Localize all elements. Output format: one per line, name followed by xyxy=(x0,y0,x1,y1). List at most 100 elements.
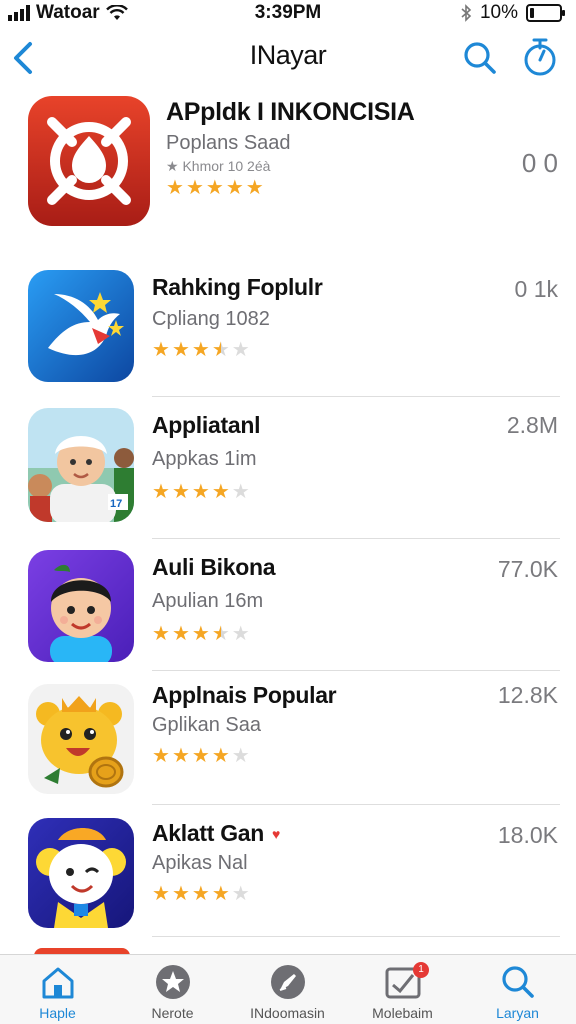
child-photo-icon: 17 xyxy=(28,408,134,522)
tab-home[interactable]: Haple xyxy=(0,955,115,1024)
app-name: Applnais Popular xyxy=(152,682,337,708)
app-subtitle: Gplikan Saa xyxy=(152,714,261,736)
list-item[interactable]: Aklatt Gan ♥ Apikas Nal ★ ★ ★ ★ ★ 18.0K xyxy=(0,808,576,938)
rating-star-icon: ★ xyxy=(166,177,184,199)
list-item[interactable]: Rahking Foplulr Cpliang 1082 ★ ★ ★ ★ ★ 0 1k xyxy=(0,258,576,398)
divider xyxy=(152,538,560,539)
tab-search[interactable]: Laryan xyxy=(460,955,575,1024)
svg-text:17: 17 xyxy=(110,498,122,510)
divider xyxy=(152,670,560,671)
tab-label: Haple xyxy=(39,1005,76,1021)
rating-stars: ★ ★ ★ ★ ★ xyxy=(152,482,250,502)
battery-icon xyxy=(526,4,565,22)
app-subtitle: Apikas Nal xyxy=(152,852,248,874)
rating-star-icon: ★ xyxy=(211,623,230,645)
list-item[interactable]: 17 Appliatanl Appkas 1im ★ ★ ★ ★ ★ 2.8M xyxy=(0,400,576,540)
rating-star-icon: ★ xyxy=(191,623,210,645)
rating-star-icon: ★ xyxy=(231,745,250,767)
app-icon: 17 xyxy=(28,408,134,522)
tab-updates[interactable]: 1 Molebaim xyxy=(345,955,460,1024)
rating-stars: ★ ★ ★ ★ ★ xyxy=(152,340,250,360)
rating-star-icon: ★ xyxy=(211,745,230,767)
status-right: 10% xyxy=(460,2,565,24)
app-subtitle: Apulian 16m xyxy=(152,590,264,612)
battery-percent: 10% xyxy=(479,2,518,23)
rating-star-icon: ★ xyxy=(185,177,204,199)
app-subtitle: Poplans Saad xyxy=(166,132,291,154)
notification-badge: 1 xyxy=(413,962,429,978)
update-button[interactable] xyxy=(520,36,560,78)
app-icon xyxy=(28,818,134,928)
tab-bar: Haple Nerote INdoomasin 1 Molebaim Larya… xyxy=(0,954,576,1024)
app-name: Aklatt Gan xyxy=(152,820,265,846)
download-count: 77.0K xyxy=(497,556,558,582)
star-icon xyxy=(155,965,190,999)
search-icon xyxy=(501,966,534,998)
divider xyxy=(152,396,560,397)
bird-logo-icon xyxy=(28,270,134,382)
search-icon xyxy=(464,42,496,74)
app-name: APpldk I INKONCISIA xyxy=(166,98,415,126)
rating-star-icon: ★ xyxy=(191,745,210,767)
download-count: 0 0 xyxy=(521,148,558,178)
rating-star-icon: ★ xyxy=(231,339,250,361)
app-icon xyxy=(28,270,134,382)
list-item[interactable]: Applnais Popular Gplikan Saa ★ ★ ★ ★ ★ 12.8K xyxy=(0,674,576,804)
app-icon xyxy=(28,684,134,794)
rating-star-icon: ★ xyxy=(211,481,230,503)
rating-stars: ★ ★ ★ ★ ★ xyxy=(166,178,264,198)
app-icon xyxy=(28,96,150,226)
app-name: Auli Bikona xyxy=(152,554,276,580)
tab-discover[interactable]: INdoomasin xyxy=(230,955,345,1024)
rating-star-icon: ★ xyxy=(231,623,250,645)
home-icon xyxy=(42,967,73,999)
rating-star-icon: ★ xyxy=(231,883,250,905)
bluetooth-icon xyxy=(461,4,472,22)
rating-star-icon: ★ xyxy=(205,177,224,199)
rating-stars: ★ ★ ★ ★ ★ xyxy=(152,884,250,904)
rating-star-icon: ★ xyxy=(152,339,170,361)
rating-star-icon: ★ xyxy=(171,481,190,503)
download-count: 18.0K xyxy=(497,822,558,848)
rating-star-icon: ★ xyxy=(152,883,170,905)
tab-label: Molebaim xyxy=(372,1005,433,1021)
app-name: Rahking Foplulr xyxy=(152,274,323,300)
list-item[interactable]: Auli Bikona Apulian 16m ★ ★ ★ ★ ★ 77.0K xyxy=(0,542,576,672)
tab-label: INdoomasin xyxy=(250,1005,325,1021)
divider xyxy=(152,804,560,805)
character-mascot-icon xyxy=(28,818,134,928)
rating-star-icon: ★ xyxy=(171,339,190,361)
rating-star-icon: ★ xyxy=(191,339,210,361)
rating-stars: ★ ★ ★ ★ ★ xyxy=(152,746,250,766)
boy-avatar-icon xyxy=(28,550,134,662)
search-button[interactable] xyxy=(460,38,500,78)
rating-star-icon: ★ xyxy=(211,883,230,905)
logo-icon xyxy=(28,96,150,226)
tab-label: Laryan xyxy=(496,1005,539,1021)
back-button[interactable] xyxy=(8,36,40,80)
rating-star-icon: ★ xyxy=(152,623,170,645)
rating-star-icon: ★ xyxy=(225,177,244,199)
nav-bar: INayar xyxy=(0,30,576,86)
rating-star-icon: ★ xyxy=(152,745,170,767)
tab-label: Nerote xyxy=(151,1005,194,1021)
chevron-left-icon xyxy=(14,42,32,74)
download-count: 0 1k xyxy=(514,276,558,302)
list-item[interactable]: APpldk I INKONCISIA Poplans Saad ★ Khmor… xyxy=(0,90,576,246)
app-meta: ★ Khmor 10 2éà xyxy=(166,158,271,174)
rating-star-icon: ★ xyxy=(191,481,210,503)
timer-icon xyxy=(524,38,556,76)
rating-star-icon: ★ xyxy=(231,481,250,503)
rocket-icon xyxy=(270,965,305,999)
bear-mascot-icon xyxy=(28,684,134,794)
rating-star-icon: ★ xyxy=(171,745,190,767)
rating-star-icon: ★ xyxy=(191,883,210,905)
app-subtitle: Cpliang 1082 xyxy=(152,308,270,330)
app-subtitle: Appkas 1im xyxy=(152,448,257,470)
app-icon xyxy=(28,550,134,662)
new-indicator-icon: ♥ xyxy=(272,826,281,842)
rating-star-icon: ★ xyxy=(211,339,230,361)
rating-stars: ★ ★ ★ ★ ★ xyxy=(152,624,250,644)
tab-featured[interactable]: Nerote xyxy=(115,955,230,1024)
rating-star-icon: ★ xyxy=(171,623,190,645)
